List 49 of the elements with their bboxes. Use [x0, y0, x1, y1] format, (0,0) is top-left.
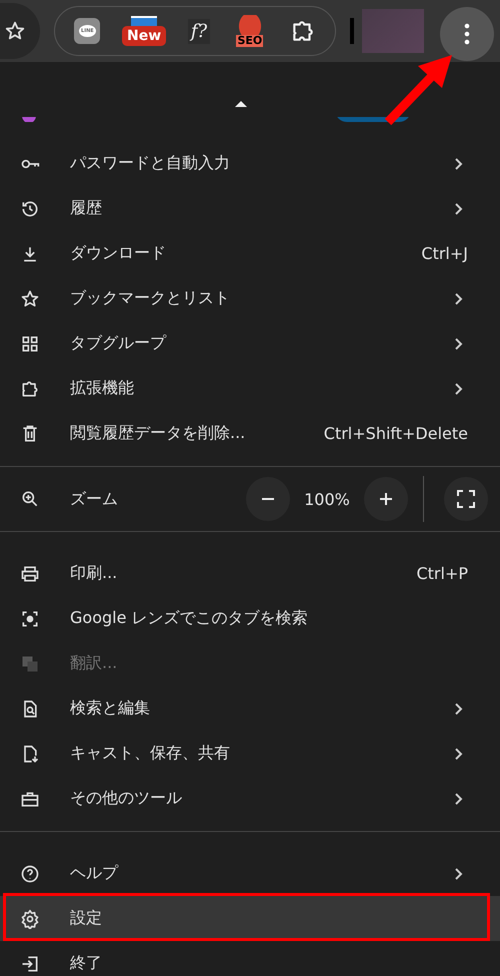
fullscreen-icon: [457, 490, 475, 508]
menu-item[interactable]: ヘルプ: [0, 851, 500, 896]
grid-icon: [20, 334, 40, 354]
fullscreen-button[interactable]: [444, 477, 488, 521]
shortcut-text: Ctrl+Shift+Delete: [324, 424, 468, 443]
chevron-right-icon: [454, 866, 464, 880]
extension-button[interactable]: f?: [188, 18, 210, 44]
chevron-right-icon: [454, 336, 464, 350]
history-icon: [20, 198, 40, 218]
chevron-right-icon: [454, 746, 464, 760]
bookmark-star-button[interactable]: [0, 3, 40, 59]
menu-item[interactable]: 履歴: [0, 186, 500, 231]
menu-item[interactable]: 設定: [0, 896, 500, 941]
menu-item[interactable]: 印刷... Ctrl+P: [0, 551, 500, 596]
star-icon: [4, 20, 26, 42]
menu-item[interactable]: キャスト、保存、共有: [0, 731, 500, 776]
zoom-label: ズーム: [70, 488, 119, 510]
menu-item[interactable]: Google レンズでこのタブを検索: [0, 596, 500, 641]
exit-icon: [20, 954, 40, 974]
chevron-right-icon: [454, 292, 464, 306]
menu-item[interactable]: ダウンロード Ctrl+J: [0, 231, 500, 276]
shortcut-text: Ctrl+P: [416, 564, 468, 583]
menu-item[interactable]: 拡張機能: [0, 366, 500, 411]
help-icon: [20, 864, 40, 884]
translate-icon: [20, 654, 40, 674]
star-icon: [20, 288, 40, 308]
zoom-in-button[interactable]: [364, 477, 408, 521]
shortcut-text: Ctrl+J: [421, 244, 468, 263]
printer-icon: [20, 564, 40, 584]
menu-item[interactable]: ブックマークとリスト: [0, 276, 500, 321]
chevron-right-icon: [454, 382, 464, 396]
menu-item[interactable]: タブグループ: [0, 321, 500, 366]
lens-icon: [20, 608, 40, 628]
menu-item[interactable]: 終了: [0, 941, 500, 976]
menu-item[interactable]: 検索と編集: [0, 686, 500, 731]
chevron-right-icon: [454, 702, 464, 716]
menu-item[interactable]: 閲覧履歴データを削除... Ctrl+Shift+Delete: [0, 411, 500, 456]
collapse-caret-icon[interactable]: [235, 100, 247, 107]
chevron-right-icon: [454, 792, 464, 806]
chevron-right-icon: [454, 156, 464, 170]
settings-icon: [20, 908, 40, 928]
puzzle-icon: [20, 378, 40, 398]
plus-icon: [379, 492, 393, 506]
zoom-level-text: 100%: [303, 490, 351, 508]
menu-item[interactable]: パスワードと自動入力: [0, 141, 500, 186]
more-icon: [464, 23, 470, 45]
zoom-icon: [20, 489, 40, 509]
chevron-right-icon: [454, 202, 464, 216]
menu-item[interactable]: その他のツール: [0, 776, 500, 821]
